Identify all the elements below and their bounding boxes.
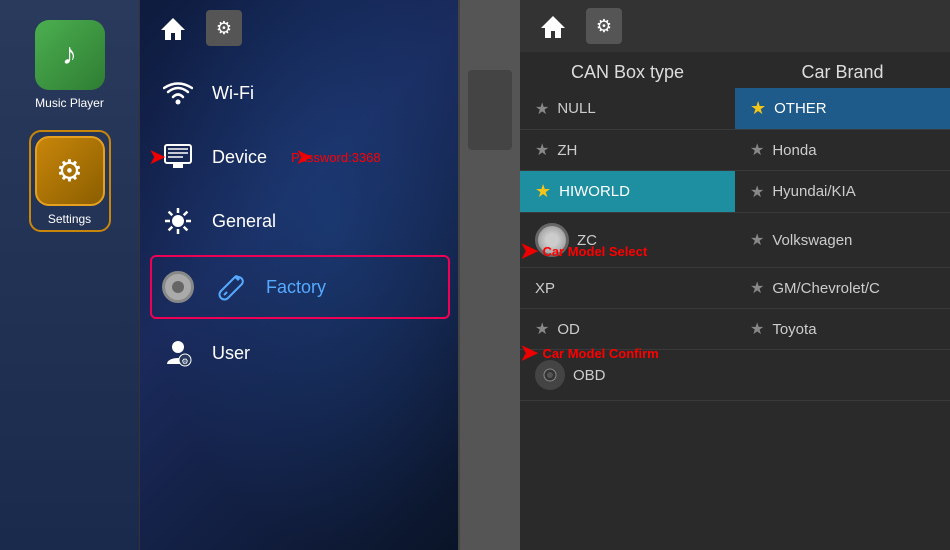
music-player-app[interactable]: ♪ Music Player [35, 20, 105, 110]
can-col-hiworld[interactable]: ★ HIWORLD [520, 171, 735, 212]
zc-toggle-button[interactable] [535, 223, 569, 257]
can-col-zc[interactable]: ZC [520, 213, 735, 267]
can-box-type-header: CAN Box type [520, 62, 735, 83]
can-zc-label: ZC [577, 232, 597, 249]
can-panel: ⚙ CAN Box type Car Brand ★ NULL ★ OTHER … [520, 0, 950, 550]
music-player-icon-box: ♪ [35, 20, 105, 90]
arrow-device-left: ➤ [148, 144, 166, 170]
star-honda-icon: ★ [750, 140, 764, 160]
can-honda-label: Honda [772, 142, 816, 159]
can-home-button[interactable] [535, 8, 571, 44]
settings-gear-icon: ⚙ [56, 154, 83, 189]
device-label: Device [212, 147, 267, 168]
menu-item-wifi[interactable]: Wi-Fi [140, 61, 460, 125]
star-other-icon: ★ [750, 98, 766, 119]
home-button[interactable] [155, 10, 191, 46]
star-zh-icon: ★ [535, 140, 549, 160]
can-col-zh[interactable]: ★ ZH [520, 130, 735, 170]
can-row-4: XP ★ GM/Chevrolet/C [520, 268, 950, 309]
can-row-3: ZC ★ Volkswagen [520, 213, 950, 268]
wrench-icon [214, 269, 250, 305]
can-col-volkswagen[interactable]: ★ Volkswagen [735, 213, 950, 267]
can-hiworld-label: HIWORLD [559, 183, 630, 200]
music-note-icon: ♪ [62, 38, 77, 72]
can-gear-button[interactable]: ⚙ [586, 8, 622, 44]
can-col-honda[interactable]: ★ Honda [735, 130, 950, 170]
transition-area [460, 0, 520, 550]
gear-icon: ⚙ [216, 18, 232, 39]
can-toyota-label: Toyota [772, 321, 816, 338]
settings-label: Settings [48, 212, 91, 226]
general-icon [160, 203, 196, 239]
menu-item-general[interactable]: General [140, 189, 460, 253]
can-gear-icon: ⚙ [596, 16, 612, 37]
music-player-label: Music Player [35, 96, 104, 110]
can-col-od[interactable]: ★ OD [520, 309, 735, 349]
star-gm-icon: ★ [750, 278, 764, 298]
can-col-xp[interactable]: XP [520, 268, 735, 308]
factory-label: Factory [266, 277, 326, 298]
speaker-icon [535, 360, 565, 390]
wifi-label: Wi-Fi [212, 83, 254, 104]
user-icon: ⚙ [160, 335, 196, 371]
can-col-gm[interactable]: ★ GM/Chevrolet/C [735, 268, 950, 308]
star-od-icon: ★ [535, 319, 549, 339]
right-section: ⚙ CAN Box type Car Brand ★ NULL ★ OTHER … [460, 0, 950, 550]
can-other-label: OTHER [774, 100, 827, 117]
star-vw-icon: ★ [750, 230, 764, 250]
can-od-label: OD [557, 321, 580, 338]
can-row-1: ★ ZH ★ Honda [520, 130, 950, 171]
general-label: General [212, 211, 276, 232]
settings-top-bar: ⚙ [140, 0, 460, 56]
can-row-2: ★ HIWORLD ★ Hyundai/KIA [520, 171, 950, 213]
svg-text:⚙: ⚙ [181, 357, 188, 366]
settings-panel: ⚙ Wi-Fi [140, 0, 460, 550]
car-brand-header: Car Brand [735, 62, 950, 83]
star-toyota-icon: ★ [750, 319, 764, 339]
can-gm-label: GM/Chevrolet/C [772, 280, 880, 297]
user-label: User [212, 343, 250, 364]
can-row-6: OBD [520, 350, 950, 401]
can-col-obd-right [735, 350, 950, 400]
menu-item-user[interactable]: ⚙ User [140, 321, 460, 385]
star-null-icon: ★ [535, 99, 549, 119]
star-hiworld-icon: ★ [535, 181, 551, 202]
can-null-label: NULL [557, 100, 595, 117]
can-headers: CAN Box type Car Brand [520, 52, 950, 88]
settings-menu-list: Wi-Fi Device Password:3368 ➤ [140, 56, 460, 390]
settings-icon-box: ⚙ [35, 136, 105, 206]
factory-toggle[interactable] [162, 271, 194, 303]
settings-app[interactable]: ⚙ Settings [29, 130, 111, 232]
can-row-0: ★ NULL ★ OTHER [520, 88, 950, 130]
can-col-toyota[interactable]: ★ Toyota [735, 309, 950, 349]
menu-item-factory[interactable]: Factory [150, 255, 450, 319]
can-obd-label: OBD [573, 367, 606, 384]
wifi-icon [160, 75, 196, 111]
can-col-null[interactable]: ★ NULL [520, 88, 735, 129]
left-sidebar: ♪ Music Player ⚙ Settings [0, 0, 140, 550]
can-col-other[interactable]: ★ OTHER [735, 88, 950, 129]
can-xp-label: XP [535, 280, 555, 297]
can-col-hyundai[interactable]: ★ Hyundai/KIA [735, 171, 950, 212]
can-top-bar: ⚙ [520, 0, 950, 52]
can-zh-label: ZH [557, 142, 577, 159]
selection-box [468, 70, 512, 150]
arrow-device-right: ➤ [295, 144, 313, 170]
settings-button[interactable]: ⚙ [206, 10, 242, 46]
can-vw-label: Volkswagen [772, 232, 852, 249]
can-col-obd[interactable]: OBD [520, 350, 735, 400]
star-hyundai-icon: ★ [750, 182, 764, 202]
can-row-5: ★ OD ★ Toyota [520, 309, 950, 350]
can-hyundai-label: Hyundai/KIA [772, 183, 855, 200]
